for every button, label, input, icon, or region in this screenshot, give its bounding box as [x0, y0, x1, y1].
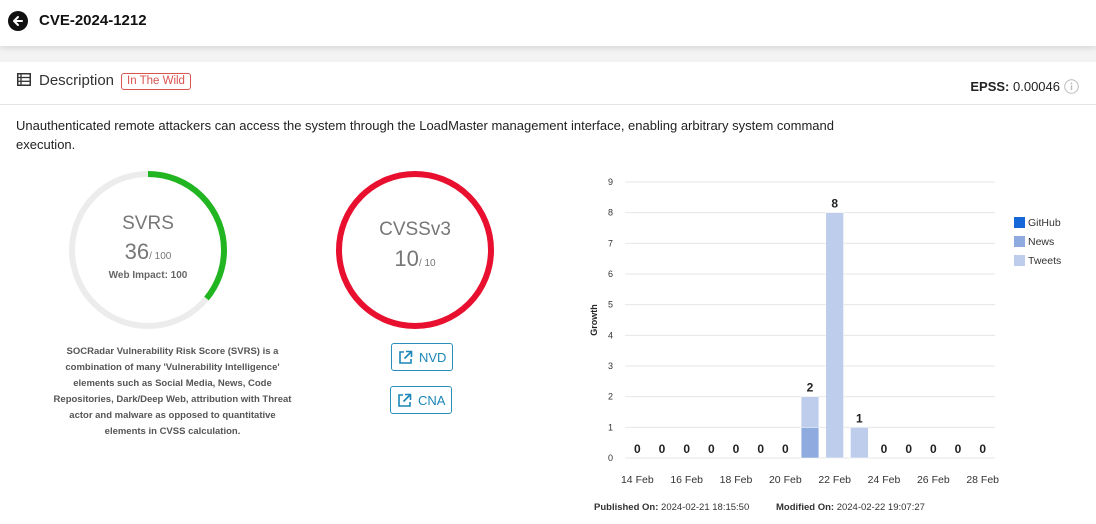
- legend-label: GitHub: [1028, 216, 1061, 229]
- y-tick-label: 7: [608, 238, 613, 248]
- external-link-icon: [399, 350, 413, 364]
- legend-label: News: [1028, 235, 1055, 248]
- cvss-gauge: CVSSv3 10/ 10: [334, 169, 496, 331]
- cna-link-button[interactable]: CNA: [390, 386, 453, 414]
- published-on: Published On: 2024-02-21 18:15:50: [594, 502, 749, 513]
- data-label: 0: [979, 442, 986, 456]
- y-tick-label: 8: [608, 208, 613, 218]
- y-tick-label: 3: [608, 361, 613, 371]
- nvd-link-label: NVD: [419, 349, 447, 365]
- cvss-score-max: / 10: [418, 258, 436, 269]
- data-label: 0: [955, 442, 962, 456]
- x-tick-label: 20 Feb: [769, 474, 802, 486]
- list-icon: [17, 73, 31, 86]
- y-tick-label: 4: [608, 330, 613, 340]
- data-label: 0: [659, 442, 666, 456]
- svrs-note: SOCRadar Vulnerability Risk Score (SVRS)…: [53, 346, 292, 437]
- data-label: 1: [856, 411, 863, 425]
- data-label: 2: [807, 381, 814, 395]
- svrs-gauge: SVRS 36/ 100 Web Impact: 100: [67, 169, 229, 331]
- data-label: 0: [757, 442, 764, 456]
- x-tick-label: 22 Feb: [818, 474, 851, 486]
- in-the-wild-badge: In The Wild: [121, 73, 191, 90]
- page-header: CVE-2024-1212: [0, 0, 1096, 46]
- y-axis-label: Growth: [589, 304, 599, 336]
- data-label: 0: [905, 442, 912, 456]
- legend-swatch: [1014, 236, 1025, 247]
- modified-label: Modified On:: [776, 502, 835, 513]
- published-value: 2024-02-21 18:15:50: [661, 502, 750, 513]
- cvss-score-value: 10: [394, 246, 419, 271]
- y-tick-label: 6: [608, 269, 613, 279]
- chart-legend: GitHub News Tweets: [1014, 213, 1061, 270]
- epss-score: EPSS: 0.00046: [970, 79, 1060, 94]
- legend-item[interactable]: Tweets: [1014, 251, 1061, 270]
- page-title: CVE-2024-1212: [39, 12, 147, 29]
- modified-on: Modified On: 2024-02-22 19:07:27: [776, 502, 925, 513]
- y-tick-label: 9: [608, 177, 613, 187]
- data-label: 0: [634, 442, 641, 456]
- svrs-title: SVRS: [122, 213, 174, 234]
- y-tick-label: 1: [608, 422, 613, 432]
- x-tick-label: 28 Feb: [966, 474, 999, 486]
- x-tick-label: 18 Feb: [720, 474, 753, 486]
- description-title: Description: [39, 72, 115, 89]
- legend-item[interactable]: GitHub: [1014, 213, 1061, 232]
- data-label: 0: [708, 442, 715, 456]
- svrs-score-value: 36: [124, 239, 150, 264]
- x-tick-label: 16 Feb: [670, 474, 703, 486]
- legend-swatch: [1014, 255, 1025, 266]
- info-icon[interactable]: [1064, 79, 1079, 94]
- bar-segment: [850, 427, 869, 459]
- legend-label: Tweets: [1028, 254, 1062, 267]
- y-tick-label: 2: [608, 392, 613, 402]
- data-label: 0: [782, 442, 789, 456]
- modified-value: 2024-02-22 19:07:27: [836, 502, 925, 513]
- svrs-score: 36/ 100: [67, 239, 229, 265]
- x-tick-label: 14 Feb: [621, 474, 654, 486]
- data-label: 0: [881, 442, 888, 456]
- cna-link-label: CNA: [418, 392, 446, 408]
- x-tick-label: 26 Feb: [917, 474, 950, 486]
- external-link-icon: [398, 393, 412, 407]
- bar-segment: [800, 396, 820, 428]
- description-text: Unauthenticated remote attackers can acc…: [16, 118, 834, 152]
- data-label: 0: [930, 442, 937, 456]
- bar-segment: [800, 427, 820, 459]
- growth-chart: 0 1 2 3 4 5 6 7 8 9 Growth 0 0 0 0 0 0 0 2 8 1 0 0 0 0 0 14 Feb 16 …: [589, 177, 999, 486]
- data-label: 0: [733, 442, 740, 456]
- y-tick-label: 0: [608, 453, 613, 463]
- bar-segment: [825, 212, 844, 459]
- y-tick-label: 5: [608, 300, 613, 310]
- published-label: Published On:: [594, 502, 659, 513]
- x-tick-label: 24 Feb: [868, 474, 901, 486]
- arrow-left-icon: [13, 16, 23, 26]
- legend-item[interactable]: News: [1014, 232, 1061, 251]
- back-button[interactable]: [8, 11, 28, 31]
- data-label: 0: [683, 442, 690, 456]
- nvd-link-button[interactable]: NVD: [391, 343, 454, 371]
- cvss-score: 10/ 10: [334, 246, 496, 272]
- epss-value: 0.00046: [1013, 79, 1060, 94]
- data-label: 8: [831, 197, 838, 211]
- card-header: Description In The Wild EPSS: 0.00046: [0, 62, 1096, 105]
- svrs-score-max: / 100: [149, 251, 172, 262]
- description-card: Description In The Wild EPSS: 0.00046 Un…: [0, 62, 1096, 524]
- epss-label: EPSS:: [970, 79, 1010, 94]
- legend-swatch: [1014, 217, 1025, 228]
- cvss-title: CVSSv3: [379, 219, 451, 240]
- svrs-web-impact: Web Impact: 100: [108, 270, 188, 281]
